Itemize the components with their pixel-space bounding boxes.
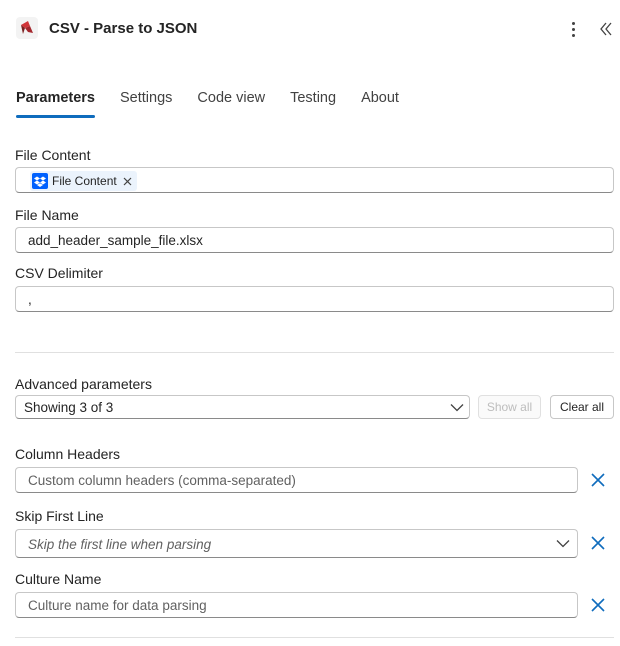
skip-first-line-label: Skip First Line <box>15 508 104 524</box>
csv-delimiter-label: CSV Delimiter <box>15 265 103 281</box>
chevron-down-icon <box>450 404 464 412</box>
skip-first-line-select[interactable]: Skip the first line when parsing <box>15 529 578 558</box>
chevron-double-left-icon[interactable] <box>598 19 614 39</box>
section-divider <box>15 352 614 353</box>
csv-delimiter-value: , <box>28 292 32 307</box>
remove-culture-name-icon[interactable] <box>590 597 606 613</box>
column-headers-label: Column Headers <box>15 446 121 462</box>
app-title: CSV - Parse to JSON <box>49 20 198 37</box>
file-name-input[interactable]: add_header_sample_file.xlsx <box>15 227 614 253</box>
tab-code-view[interactable]: Code view <box>197 88 265 122</box>
tab-settings[interactable]: Settings <box>120 88 172 122</box>
file-content-field[interactable]: File Content <box>15 167 614 193</box>
tab-testing[interactable]: Testing <box>290 88 336 122</box>
show-all-button[interactable]: Show all <box>478 395 541 419</box>
file-name-value: add_header_sample_file.xlsx <box>28 233 203 248</box>
file-name-label: File Name <box>15 207 79 223</box>
culture-name-placeholder: Culture name for data parsing <box>28 598 207 613</box>
tab-about[interactable]: About <box>361 88 399 122</box>
file-content-token[interactable]: File Content <box>30 171 137 191</box>
more-vertical-icon[interactable] <box>563 18 583 40</box>
chevron-down-icon <box>556 540 570 548</box>
skip-first-line-placeholder: Skip the first line when parsing <box>28 537 212 552</box>
close-icon[interactable] <box>123 177 132 186</box>
clear-all-button[interactable]: Clear all <box>550 395 614 419</box>
bottom-divider <box>15 637 614 638</box>
tab-list: Parameters Settings Code view Testing Ab… <box>16 88 424 122</box>
csv-delimiter-input[interactable]: , <box>15 286 614 312</box>
file-content-token-label: File Content <box>52 174 117 188</box>
plumsail-logo-icon <box>16 17 38 39</box>
panel-header: CSV - Parse to JSON <box>0 0 620 58</box>
tab-parameters[interactable]: Parameters <box>16 88 95 122</box>
dropbox-icon <box>32 173 48 189</box>
culture-name-input[interactable]: Culture name for data parsing <box>15 592 578 618</box>
advanced-parameters-label: Advanced parameters <box>15 376 152 392</box>
advanced-parameters-select[interactable]: Showing 3 of 3 <box>15 395 470 419</box>
remove-column-headers-icon[interactable] <box>590 472 606 488</box>
column-headers-placeholder: Custom column headers (comma-separated) <box>28 473 296 488</box>
advanced-parameters-value: Showing 3 of 3 <box>24 400 114 415</box>
culture-name-label: Culture Name <box>15 571 102 587</box>
file-content-label: File Content <box>15 147 91 163</box>
column-headers-input[interactable]: Custom column headers (comma-separated) <box>15 467 578 493</box>
remove-skip-first-line-icon[interactable] <box>590 535 606 551</box>
